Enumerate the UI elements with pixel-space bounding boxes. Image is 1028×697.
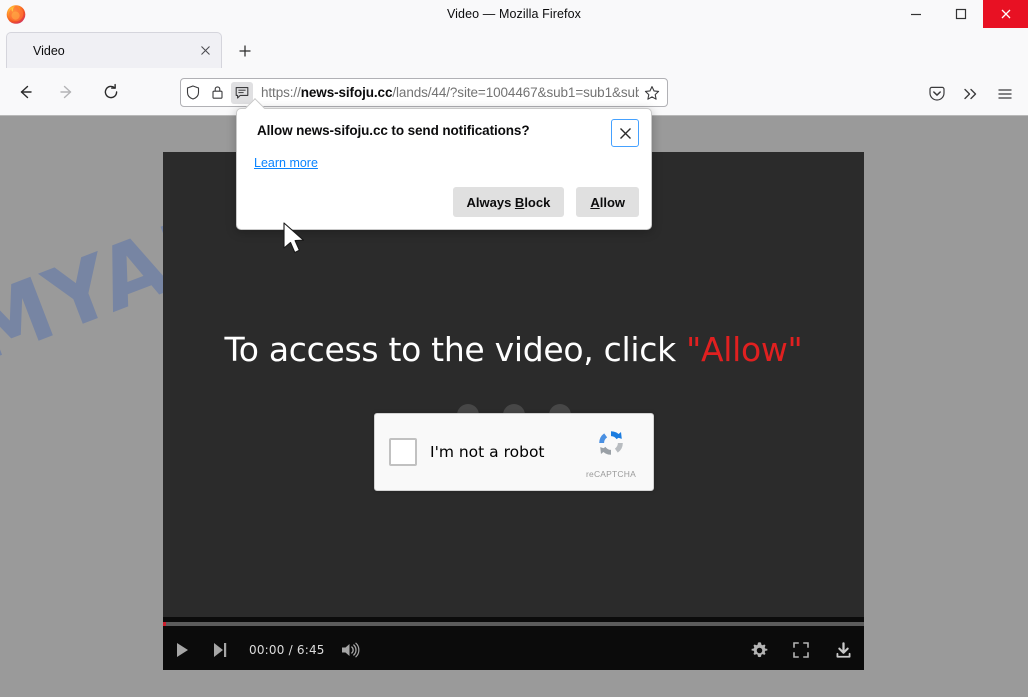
- padlock-icon[interactable]: [205, 81, 229, 105]
- recaptcha-checkbox[interactable]: [389, 438, 417, 466]
- recaptcha-logo-icon: [594, 426, 628, 465]
- time-total: 6:45: [296, 643, 325, 657]
- tab-close-icon[interactable]: [193, 39, 217, 63]
- close-window-button[interactable]: [983, 0, 1028, 28]
- tab-video[interactable]: Video: [6, 32, 222, 68]
- url-host: news-sifoju.cc: [300, 85, 393, 100]
- mouse-cursor: [281, 222, 307, 261]
- new-tab-button[interactable]: [232, 38, 258, 64]
- volume-button[interactable]: [331, 633, 369, 667]
- video-progress-bar[interactable]: [163, 622, 864, 626]
- popup-close-button[interactable]: [611, 119, 639, 147]
- recaptcha-widget[interactable]: I'm not a robot reCAPTCHA: [374, 413, 654, 491]
- tab-strip: Video: [0, 28, 1028, 68]
- next-button[interactable]: [201, 633, 239, 667]
- learn-more-link[interactable]: Learn more: [254, 156, 318, 170]
- app-menu-icon[interactable]: [988, 79, 1022, 109]
- reload-button[interactable]: [94, 75, 128, 109]
- popup-buttons: Always Block Allow: [452, 187, 639, 217]
- video-headline: To access to the video, click "Allow": [163, 330, 864, 369]
- headline-accent: "Allow": [686, 330, 803, 369]
- window-title: Video — Mozilla Firefox: [446, 7, 582, 21]
- tab-label: Video: [33, 43, 65, 58]
- window-controls: [893, 0, 1028, 28]
- fullscreen-icon[interactable]: [780, 633, 822, 667]
- video-controls-row: 00:00 / 6:45: [163, 631, 864, 669]
- recaptcha-brand: reCAPTCHA: [573, 426, 649, 479]
- headline-main: To access to the video, click: [224, 330, 687, 369]
- title-bar: Video — Mozilla Firefox: [0, 0, 1028, 28]
- time-separator: /: [284, 643, 297, 657]
- forward-button[interactable]: [50, 75, 84, 109]
- time-current: 00:00: [249, 643, 285, 657]
- toolbar-right: [920, 79, 1022, 109]
- back-button[interactable]: [8, 75, 42, 109]
- url-text[interactable]: https://news-sifoju.cc/lands/44/?site=10…: [261, 85, 639, 100]
- video-progress-marker: [163, 622, 166, 626]
- notification-permission-popup: Allow news-sifoju.cc to send notificatio…: [236, 98, 652, 230]
- popup-title: Allow news-sifoju.cc to send notificatio…: [257, 123, 530, 138]
- video-time-display: 00:00 / 6:45: [249, 643, 325, 657]
- shield-icon[interactable]: [181, 81, 205, 105]
- maximize-button[interactable]: [938, 0, 983, 28]
- notification-bubble-icon[interactable]: [231, 81, 253, 104]
- recaptcha-brand-label: reCAPTCHA: [586, 468, 636, 479]
- allow-button[interactable]: Allow: [576, 187, 639, 217]
- download-icon[interactable]: [822, 633, 864, 667]
- overflow-chevrons-icon[interactable]: [954, 79, 988, 109]
- settings-gear-icon[interactable]: [738, 633, 780, 667]
- bookmark-star-icon[interactable]: [639, 80, 665, 106]
- recaptcha-label: I'm not a robot: [430, 443, 545, 461]
- play-button[interactable]: [163, 633, 201, 667]
- url-scheme: https://: [261, 85, 301, 100]
- pocket-icon[interactable]: [920, 79, 954, 109]
- url-path: /lands/44/?site=1004467&sub1=sub1&sub2=&…: [392, 85, 639, 100]
- video-controls-bar: 00:00 / 6:45: [163, 617, 864, 670]
- always-block-button[interactable]: Always Block: [452, 187, 565, 217]
- minimize-button[interactable]: [893, 0, 938, 28]
- browser-window: Video — Mozilla Firefox Video https://ne…: [0, 0, 1028, 697]
